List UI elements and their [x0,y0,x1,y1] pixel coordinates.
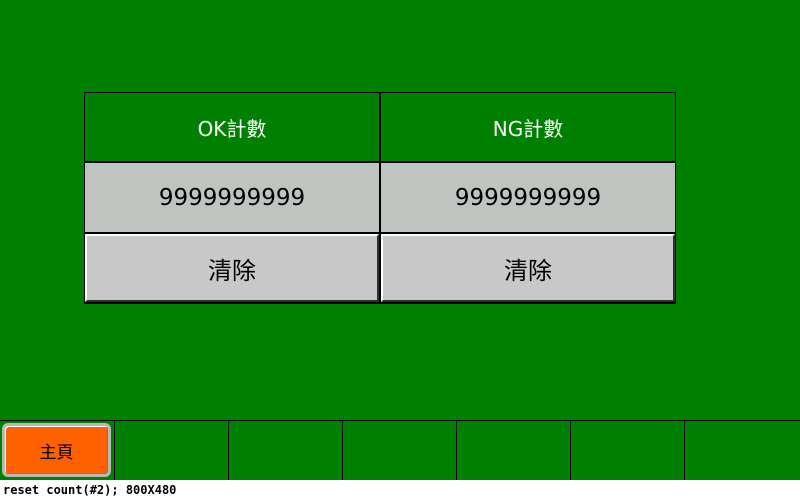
ng-count-header: NG計數 [381,93,675,161]
nav-slot[interactable] [114,421,229,480]
bottom-nav-bar: 主頁 [0,420,800,480]
nav-slot[interactable] [684,421,800,480]
ng-clear-button[interactable]: 清除 [381,234,675,302]
ng-count-value: 9999999999 [381,163,675,232]
ok-count-header: OK計數 [85,93,379,161]
nav-slot[interactable] [456,421,571,480]
counter-table: OK計數 9999999999 清除 NG計數 9999999999 清除 [84,92,676,304]
home-button[interactable]: 主頁 [2,423,111,477]
ok-count-value: 9999999999 [85,163,379,232]
nav-slot[interactable] [228,421,343,480]
ok-clear-button[interactable]: 清除 [85,234,379,302]
nav-slot[interactable] [342,421,457,480]
nav-slot[interactable] [570,421,685,480]
status-caption: reset count(#2); 800X480 [3,483,177,497]
hmi-screen: OK計數 9999999999 清除 NG計數 9999999999 清除 主頁 [0,0,800,480]
